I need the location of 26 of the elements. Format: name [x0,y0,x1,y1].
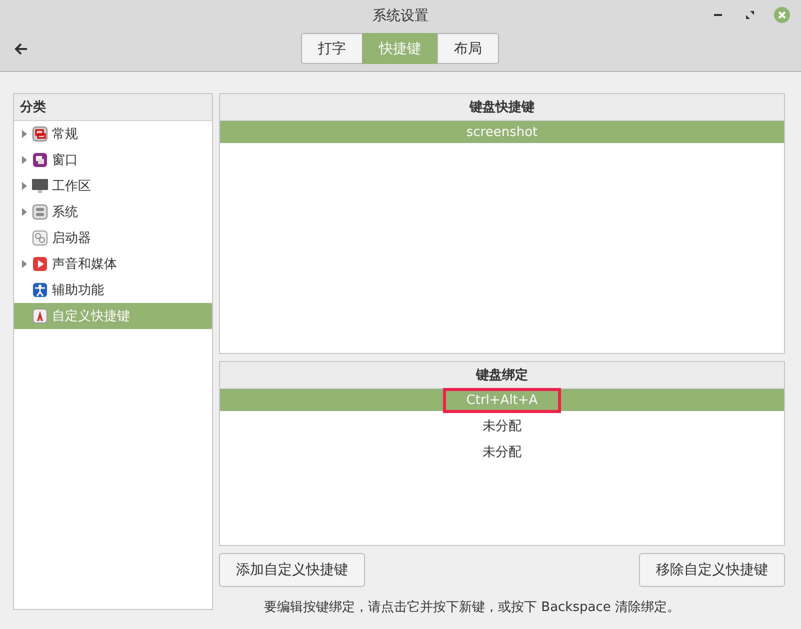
windows-icon [32,152,48,168]
window-title: 系统设置 [372,7,428,26]
tree-item[interactable]: 启动器 [14,225,212,251]
column-heading: 键盘绑定 [476,366,528,384]
tree-item[interactable]: 辅助功能 [14,277,212,303]
tab[interactable]: 打字 [301,33,363,64]
list-row[interactable]: 未分配 [220,441,784,463]
tree-item[interactable]: 窗口 [14,147,212,173]
play-icon [32,256,48,272]
toggle-icon [32,204,48,220]
tree-item[interactable]: 常规 [14,121,212,147]
button[interactable]: 移除自定义快捷键 [639,553,785,587]
column-heading: 键盘快捷键 [470,99,534,116]
accessibility-icon [32,282,48,298]
close-icon[interactable] [773,6,791,24]
tree-item[interactable]: 工作区 [14,173,212,199]
hint-text: 要编辑按键绑定，请点击它并按下新键，或按下 Backspace 清除绑定。 [263,599,681,616]
gears-icon [32,230,48,246]
button[interactable]: 添加自定义快捷键 [219,553,365,587]
monitor-icon [32,178,48,194]
tree-item[interactable]: 系统 [14,199,212,225]
window-icon [32,126,48,142]
list-row[interactable]: 未分配 [220,415,784,437]
tree-item[interactable]: 声音和媒体 [14,251,212,277]
panel-heading: 分类 [20,99,46,116]
tab[interactable]: 布局 [437,33,499,64]
